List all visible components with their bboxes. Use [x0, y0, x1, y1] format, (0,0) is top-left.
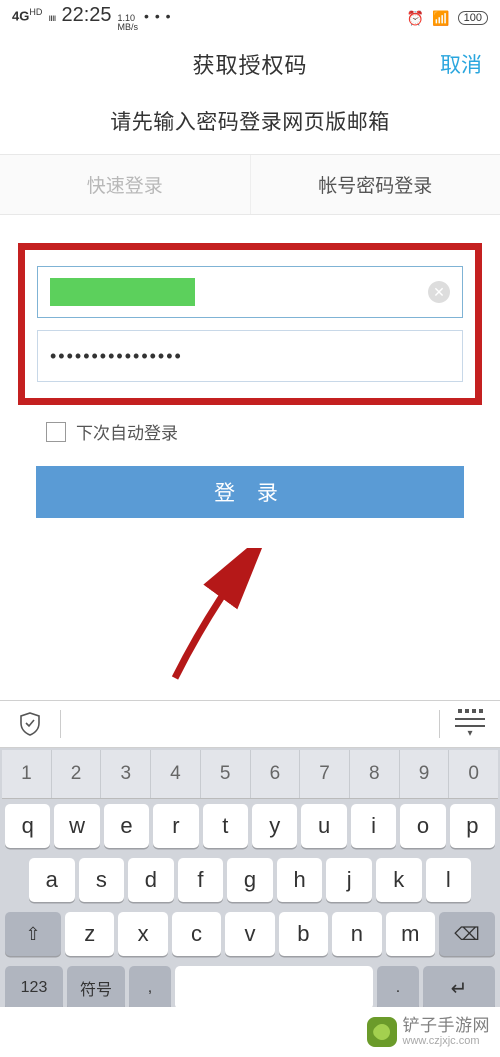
- signal-type: 4GHD: [12, 7, 42, 24]
- suggestion-bar: ▾: [0, 700, 500, 748]
- watermark-text: 铲子手游网 www.czjxjc.com: [403, 1017, 491, 1048]
- watermark-logo-icon: [367, 1017, 397, 1047]
- key-u[interactable]: u: [301, 804, 346, 848]
- security-shield-icon[interactable]: [0, 712, 60, 736]
- remember-checkbox[interactable]: [46, 422, 66, 442]
- page-title: 获取授权码: [192, 48, 307, 80]
- cancel-button[interactable]: 取消: [440, 49, 482, 79]
- key-c[interactable]: c: [172, 912, 221, 956]
- remember-row[interactable]: 下次自动登录: [46, 419, 490, 444]
- wifi-icon: [432, 10, 449, 27]
- login-tabs: 快速登录 帐号密码登录: [0, 154, 500, 215]
- backspace-key[interactable]: ⌫: [439, 912, 495, 956]
- status-right: 100: [407, 10, 488, 27]
- key-s[interactable]: s: [79, 858, 125, 902]
- key-q[interactable]: q: [5, 804, 50, 848]
- key-l[interactable]: l: [426, 858, 472, 902]
- signal-bars-icon: ıııı: [48, 13, 55, 24]
- alarm-icon: [407, 10, 424, 27]
- key-n[interactable]: n: [332, 912, 381, 956]
- tab-quick-login[interactable]: 快速登录: [0, 155, 251, 214]
- keyboard-menu-icon[interactable]: ▾: [440, 709, 500, 739]
- enter-key[interactable]: ↵: [423, 966, 495, 1010]
- key-6[interactable]: 6: [251, 750, 301, 798]
- key-p[interactable]: p: [450, 804, 495, 848]
- tab-account-login[interactable]: 帐号密码登录: [251, 155, 500, 214]
- key-2[interactable]: 2: [52, 750, 102, 798]
- key-w[interactable]: w: [54, 804, 99, 848]
- key-y[interactable]: y: [252, 804, 297, 848]
- key-r[interactable]: r: [153, 804, 198, 848]
- more-dots-icon: • • •: [144, 8, 171, 24]
- instruction-text: 请先输入密码登录网页版邮箱: [0, 92, 500, 154]
- space-key[interactable]: [175, 966, 373, 1010]
- keyboard: 1 2 3 4 5 6 7 8 9 0 q w e r t y u i o p …: [0, 748, 500, 1007]
- annotation-arrow-icon: [155, 548, 275, 688]
- key-z[interactable]: z: [65, 912, 114, 956]
- battery-indicator: 100: [458, 11, 488, 25]
- status-bar: 4GHD ıııı 22:25 1.10MB/s • • • 100: [0, 0, 500, 36]
- watermark: 铲子手游网 www.czjxjc.com: [0, 1007, 500, 1057]
- shift-key[interactable]: ⇧: [5, 912, 61, 956]
- username-redacted: [50, 278, 195, 306]
- key-h[interactable]: h: [277, 858, 323, 902]
- network-speed: 1.10MB/s: [118, 14, 139, 32]
- numeric-toggle-key[interactable]: 123: [5, 966, 63, 1010]
- key-x[interactable]: x: [118, 912, 167, 956]
- letter-row-2: a s d f g h j k l: [2, 853, 498, 907]
- key-9[interactable]: 9: [400, 750, 450, 798]
- key-i[interactable]: i: [351, 804, 396, 848]
- key-d[interactable]: d: [128, 858, 174, 902]
- login-form: ✕ •••••••••••••••• 下次自动登录 登 录: [0, 243, 500, 518]
- key-j[interactable]: j: [326, 858, 372, 902]
- number-row: 1 2 3 4 5 6 7 8 9 0: [2, 750, 498, 799]
- key-e[interactable]: e: [104, 804, 149, 848]
- key-0[interactable]: 0: [449, 750, 498, 798]
- key-4[interactable]: 4: [151, 750, 201, 798]
- key-o[interactable]: o: [400, 804, 445, 848]
- letter-row-1: q w e r t y u i o p: [2, 799, 498, 853]
- key-1[interactable]: 1: [2, 750, 52, 798]
- username-field[interactable]: ✕: [37, 266, 463, 318]
- key-k[interactable]: k: [376, 858, 422, 902]
- clock: 22:25: [61, 4, 111, 27]
- separator: [60, 710, 61, 738]
- login-button[interactable]: 登 录: [36, 466, 464, 518]
- key-g[interactable]: g: [227, 858, 273, 902]
- key-t[interactable]: t: [203, 804, 248, 848]
- key-8[interactable]: 8: [350, 750, 400, 798]
- password-field[interactable]: ••••••••••••••••: [37, 330, 463, 382]
- input-highlight-box: ✕ ••••••••••••••••: [18, 243, 482, 405]
- password-masked: ••••••••••••••••: [50, 346, 183, 367]
- period-key[interactable]: .: [377, 966, 419, 1010]
- key-b[interactable]: b: [279, 912, 328, 956]
- symbol-key[interactable]: 符号: [67, 966, 125, 1010]
- clear-icon[interactable]: ✕: [428, 281, 450, 303]
- comma-key[interactable]: ,: [129, 966, 171, 1010]
- nav-bar: 获取授权码 取消: [0, 36, 500, 92]
- key-m[interactable]: m: [386, 912, 435, 956]
- key-5[interactable]: 5: [201, 750, 251, 798]
- key-v[interactable]: v: [225, 912, 274, 956]
- key-3[interactable]: 3: [101, 750, 151, 798]
- remember-label: 下次自动登录: [76, 419, 178, 444]
- key-7[interactable]: 7: [300, 750, 350, 798]
- status-left: 4GHD ıııı 22:25 1.10MB/s • • •: [12, 4, 172, 32]
- key-f[interactable]: f: [178, 858, 224, 902]
- key-a[interactable]: a: [29, 858, 75, 902]
- letter-row-3: ⇧ z x c v b n m ⌫: [2, 907, 498, 961]
